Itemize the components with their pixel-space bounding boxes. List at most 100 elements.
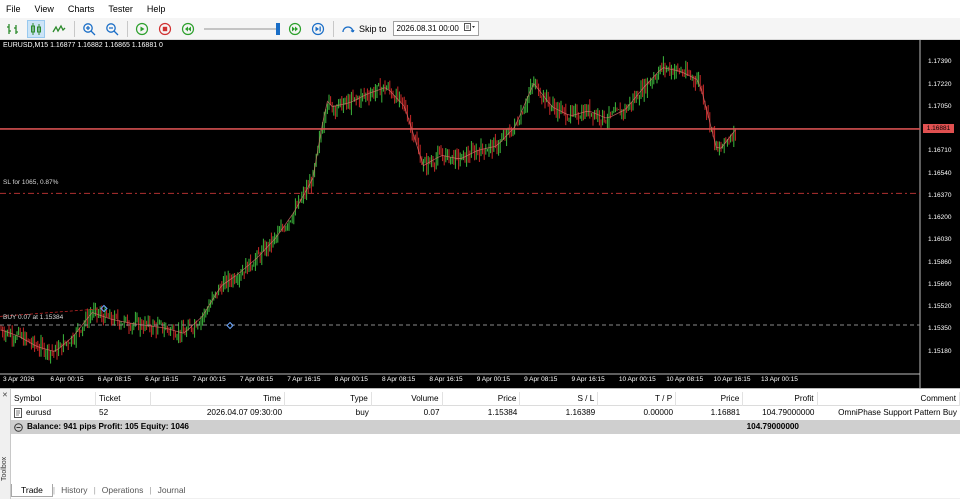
calendar-dropdown-icon[interactable] [463, 23, 476, 34]
column-header-current-price[interactable]: Price [676, 391, 744, 406]
stop-icon[interactable] [156, 20, 174, 38]
new-order-icon[interactable] [4, 20, 22, 38]
column-header-type[interactable]: Type [285, 391, 372, 406]
toolbar: Skip to 2026.08.31 00:00 [0, 18, 960, 40]
time-tick-label: 7 Apr 00:15 [192, 376, 226, 383]
toolbar-separator [74, 20, 75, 37]
price-tick-label: 1.16710 [928, 147, 952, 155]
time-tick-label: 6 Apr 00:15 [50, 376, 84, 383]
price-tick-label: 1.16540 [928, 169, 952, 177]
price-tick-label: 1.15520 [928, 303, 952, 311]
stop-loss-label: SL for 1065, 0.87% [3, 179, 59, 186]
balance-summary-text: Balance: 941 pips Profit: 105 Equity: 10… [27, 422, 189, 431]
column-header-sl[interactable]: S / L [520, 391, 599, 406]
cell-ticket: 52 [99, 408, 109, 417]
time-tick-label: 6 Apr 16:15 [145, 376, 179, 383]
menu-tester[interactable]: Tester [101, 0, 140, 18]
price-tick-label: 1.17220 [928, 80, 952, 88]
skip-to-date-value: 2026.08.31 00:00 [396, 24, 459, 33]
skip-to-date-picker[interactable]: 2026.08.31 00:00 [392, 21, 479, 36]
balance-collapse-icon[interactable] [14, 422, 23, 432]
column-header-profit[interactable]: Profit [743, 391, 818, 406]
table-row[interactable]: eurusd 52 2026.04.07 09:30:00 buy 0.07 1… [11, 406, 960, 420]
tab-trade[interactable]: Trade [11, 484, 53, 497]
skip-end-icon[interactable] [309, 20, 327, 38]
zoom-out-icon[interactable] [103, 20, 121, 38]
time-tick-label: 8 Apr 16:15 [429, 376, 463, 383]
buy-marker [226, 321, 234, 330]
slider-thumb[interactable] [276, 22, 280, 35]
time-tick-label: 3 Apr 2026 [3, 376, 35, 383]
price-tick-label: 1.16200 [928, 214, 952, 222]
cell-stop-loss: 1.16389 [565, 408, 596, 417]
price-tick-label: 1.15690 [928, 280, 952, 288]
price-chart-canvas [0, 40, 921, 388]
chart-title: EURUSD,M15 1.16877 1.16882 1.16865 1.168… [3, 42, 163, 49]
zoom-in-icon[interactable] [80, 20, 98, 38]
column-header-tp[interactable]: T / P [598, 391, 677, 406]
menu-bar: File View Charts Tester Help [0, 0, 960, 18]
menu-help[interactable]: Help [140, 0, 173, 18]
buy-order-label: BUY 0.07 at 1.15384 [3, 314, 64, 321]
time-tick-label: 9 Apr 08:15 [524, 376, 558, 383]
price-chart[interactable]: EURUSD,M15 1.16877 1.16882 1.16865 1.168… [0, 40, 960, 388]
column-header-comment[interactable]: Comment [818, 391, 960, 406]
menu-charts[interactable]: Charts [61, 0, 102, 18]
column-header-volume[interactable]: Volume [372, 391, 443, 406]
close-icon[interactable]: ✕ [2, 391, 8, 399]
price-tick-label: 1.17390 [928, 58, 952, 66]
time-tick-label: 8 Apr 00:15 [334, 376, 368, 383]
trade-table: Symbol Ticket Time Type Volume Price S /… [11, 391, 960, 434]
rewind-icon[interactable] [179, 20, 197, 38]
cell-volume: 0.07 [423, 408, 440, 417]
time-tick-label: 13 Apr 00:15 [761, 376, 798, 383]
cell-symbol-text: eurusd [26, 408, 52, 417]
current-price-badge: 1.16881 [923, 124, 954, 134]
price-tick-label: 1.15860 [928, 258, 952, 266]
speed-slider[interactable] [204, 20, 280, 38]
column-header-symbol[interactable]: Symbol [11, 391, 97, 406]
tab-history[interactable]: History [55, 484, 93, 497]
fast-forward-icon[interactable] [286, 20, 304, 38]
column-header-ticket[interactable]: Ticket [96, 391, 151, 406]
play-icon[interactable] [133, 20, 151, 38]
price-tick-label: 1.16370 [928, 191, 952, 199]
cell-profit: 104.79000000 [762, 408, 815, 417]
tab-operations[interactable]: Operations [96, 484, 150, 497]
tab-journal[interactable]: Journal [152, 484, 192, 497]
candles-icon[interactable] [27, 19, 45, 38]
cell-type: buy [355, 408, 369, 417]
toolbar-separator [127, 20, 128, 37]
toolbox-panel: ✕ Toolbox Symbol Ticket Time Type Volume… [0, 388, 960, 499]
price-tick-label: 1.15350 [928, 325, 952, 333]
menu-view[interactable]: View [28, 0, 61, 18]
position-icon [14, 408, 22, 418]
candlestick-series [0, 56, 736, 364]
line-chart-icon[interactable] [50, 20, 68, 38]
time-tick-label: 7 Apr 08:15 [239, 376, 274, 383]
slider-track [204, 27, 280, 30]
balance-summary: Balance: 941 pips Profit: 105 Equity: 10… [11, 420, 720, 434]
toolbox-side-strip: ✕ Toolbox [0, 389, 11, 499]
column-header-price[interactable]: Price [443, 391, 521, 406]
time-tick-label: 6 Apr 08:15 [97, 376, 131, 383]
time-tick-label: 10 Apr 08:15 [666, 376, 704, 383]
price-tick-label: 1.16030 [928, 236, 952, 244]
balance-row: Balance: 941 pips Profit: 105 Equity: 10… [11, 420, 960, 434]
balance-profit: 104.79000000 [746, 422, 799, 431]
time-tick-label: 10 Apr 16:15 [713, 376, 751, 383]
column-header-time[interactable]: Time [151, 391, 285, 406]
table-header-row: Symbol Ticket Time Type Volume Price S /… [11, 391, 960, 406]
toolbox-tabs: Trade | History | Operations | Journal [11, 482, 191, 497]
cell-take-profit: 0.00000 [643, 408, 674, 417]
skip-to-icon[interactable] [339, 20, 357, 38]
cell-comment: OmniPhase Support Pattern Buy [838, 408, 957, 417]
time-tick-label: 10 Apr 00:15 [618, 376, 656, 383]
menu-file[interactable]: File [0, 0, 28, 18]
time-tick-label: 8 Apr 08:15 [382, 376, 416, 383]
time-tick-label: 7 Apr 16:15 [287, 376, 321, 383]
cell-symbol: eurusd [11, 406, 96, 420]
price-tick-label: 1.17050 [928, 102, 952, 110]
toolbox-label-text: Toolbox [1, 456, 8, 481]
cell-open-price: 1.15384 [487, 408, 518, 417]
